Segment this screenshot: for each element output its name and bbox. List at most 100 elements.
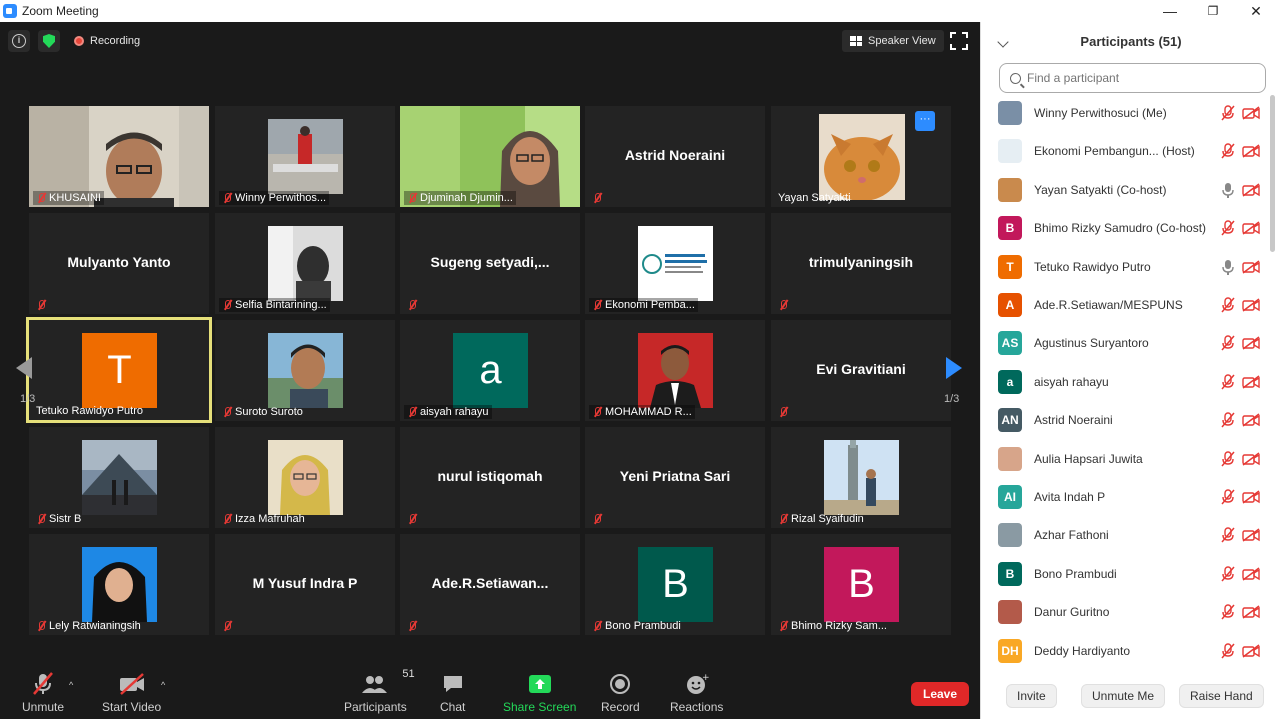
participant-row[interactable]: T Tetuko Rawidyo Putro [981,248,1271,286]
meeting-info-bar: i Recording [8,30,147,52]
video-tile[interactable]: Sugeng setyadi,... [400,213,580,314]
participant-row[interactable]: Azhar Fathoni [981,516,1271,554]
video-tile[interactable]: KHUSAINI [29,106,209,207]
participant-row[interactable]: Ekonomi Pembangun... (Host) [981,132,1271,170]
record-button[interactable]: Record [601,672,640,714]
participant-row[interactable]: Danur Guritno [981,593,1271,631]
mic-muted-icon [222,406,232,418]
recording-indicator[interactable]: Recording [68,30,147,52]
tile-name: Yayan Satyakti [778,192,851,204]
grid-icon [850,36,862,46]
title-bar: Zoom Meeting — ❐ ✕ [0,0,1280,22]
meeting-info-button[interactable]: i [8,30,30,52]
close-button[interactable]: ✕ [1235,0,1277,22]
avatar [998,446,1022,471]
info-icon: i [12,34,26,48]
participant-search[interactable] [999,63,1266,93]
video-tile[interactable]: Sistr B [29,427,209,528]
participant-row[interactable]: Yayan Satyakti (Co-host) [981,171,1271,209]
video-tile[interactable]: Ade.R.Setiawan... [400,534,580,635]
video-tile[interactable]: nurul istiqomah [400,427,580,528]
video-tile[interactable]: M Yusuf Indra P [215,534,395,635]
avatar [998,177,1022,202]
next-page-arrow-icon[interactable] [946,357,962,379]
participant-row[interactable]: A Ade.R.Setiawan/MESPUNS [981,286,1271,324]
participant-name: trimulyaningsih [808,254,914,270]
reactions-button[interactable]: + Reactions [670,672,723,714]
video-tile[interactable]: Djuminah Djumin... [400,106,580,207]
video-tile[interactable]: trimulyaningsih [771,213,951,314]
mic-on-icon [1221,259,1235,275]
chat-button[interactable]: Chat [440,672,465,714]
mic-muted-icon [1221,642,1235,659]
share-screen-button[interactable]: Share Screen [503,672,576,714]
zoom-logo-icon [3,4,17,18]
tile-name: Winny Perwithos... [219,191,330,205]
participant-name: Yayan Satyakti (Co-host) [1034,182,1167,197]
video-tile[interactable]: B Bhimo Rizky Sam... [771,534,951,635]
tile-name: Sistr B [33,512,84,526]
audio-options-caret-icon[interactable]: ^ [69,680,73,690]
fullscreen-icon[interactable] [950,32,968,50]
participant-row[interactable]: Winny Perwithosuci (Me) [981,94,1271,132]
participant-list-scrollbar[interactable] [1270,95,1275,252]
video-tile[interactable]: Evi Gravitiani [771,320,951,421]
participants-button[interactable]: 51 Participants [344,668,415,714]
video-tile[interactable]: Selfia Bintarining... [215,213,395,314]
speaker-view-label: Speaker View [868,35,936,47]
previous-page-arrow-icon[interactable] [16,357,32,379]
participant-name: Sugeng setyadi,... [430,254,550,270]
invite-button[interactable]: Invite [1006,684,1057,708]
video-tile[interactable]: Winny Perwithos... [215,106,395,207]
tile-name [589,512,605,526]
tile-name [775,405,791,419]
mic-muted-icon [592,192,602,204]
video-tile-active-speaker[interactable]: T Tetuko Rawidyo Putro [26,317,212,423]
avatar: B [824,547,899,622]
video-tile[interactable]: a aisyah rahayu [400,320,580,421]
tile-name [404,619,420,633]
leave-button[interactable]: Leave [911,682,969,706]
video-tile[interactable]: Yeni Priatna Sari [585,427,765,528]
mic-off-icon [32,672,54,696]
video-tile[interactable]: Izza Mafruhah [215,427,395,528]
tile-name: Djuminah Djumin... [404,191,516,205]
profile-picture [82,547,157,622]
video-tile[interactable]: Lely Ratwianingsih [29,534,209,635]
mic-muted-icon [407,299,417,311]
video-off-icon [1242,144,1260,158]
panel-title: Participants (51) [1080,34,1182,49]
minimize-button[interactable]: — [1149,0,1191,22]
unmute-button[interactable]: Unmute [22,672,64,714]
speaker-view-button[interactable]: Speaker View [842,30,944,52]
search-input[interactable] [1027,71,1247,85]
more-options-button[interactable]: ··· [915,111,935,131]
participant-row[interactable]: DH Deddy Hardiyanto [981,632,1271,670]
participant-row[interactable]: B Bhimo Rizky Samudro (Co-host) [981,209,1271,247]
video-tile[interactable]: Ekonomi Pemba... [585,213,765,314]
participant-row[interactable]: B Bono Prambudi [981,555,1271,593]
encryption-button[interactable] [38,30,60,52]
video-tile[interactable]: Mulyanto Yanto [29,213,209,314]
video-tile[interactable]: Rizal Syaifudin [771,427,951,528]
participant-row[interactable]: AN Astrid Noeraini [981,401,1271,439]
participant-row[interactable]: a aisyah rahayu [981,363,1271,401]
participant-row[interactable]: Aulia Hapsari Juwita [981,440,1271,478]
video-tile[interactable]: ··· Yayan Satyakti [771,106,951,207]
chat-icon [442,672,464,696]
avatar: T [82,333,157,408]
video-tile[interactable]: Suroto Suroto [215,320,395,421]
video-off-icon [1242,183,1260,197]
raise-hand-button[interactable]: Raise Hand [1179,684,1264,708]
participant-name: Azhar Fathoni [1034,528,1109,543]
video-options-caret-icon[interactable]: ^ [161,680,165,690]
unmute-me-button[interactable]: Unmute Me [1081,684,1166,708]
participants-icon: 51 [362,668,415,696]
video-tile[interactable]: MOHAMMAD R... [585,320,765,421]
participant-row[interactable]: AI Avita Indah P [981,478,1271,516]
start-video-button[interactable]: Start Video [102,672,161,714]
participant-row[interactable]: AS Agustinus Suryantoro [981,324,1271,362]
restore-button[interactable]: ❐ [1192,0,1234,22]
video-tile[interactable]: B Bono Prambudi [585,534,765,635]
video-tile[interactable]: Astrid Noeraini [585,106,765,207]
